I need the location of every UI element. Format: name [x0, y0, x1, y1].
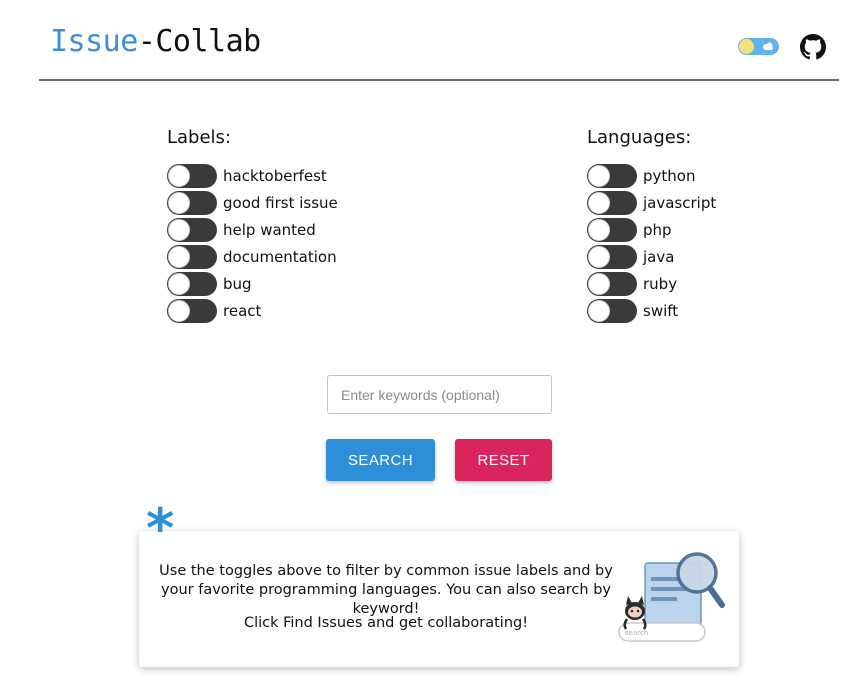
- toggle-label: python: [643, 167, 696, 185]
- toggle-label: good first issue: [223, 194, 338, 212]
- app-logo[interactable]: Issue-Collab: [50, 24, 261, 59]
- toggle-knob: [168, 165, 190, 187]
- info-card: Use the toggles above to filter by commo…: [139, 531, 739, 667]
- language-toggle-ruby[interactable]: ruby: [587, 272, 677, 296]
- toggle-label: java: [643, 248, 675, 266]
- toggle-switch[interactable]: [167, 299, 217, 323]
- toggle-switch[interactable]: [167, 272, 217, 296]
- label-toggle-good-first-issue[interactable]: good first issue: [167, 191, 338, 215]
- toggle-label: ruby: [643, 275, 678, 293]
- search-button[interactable]: SEARCH: [326, 439, 435, 481]
- logo-issue: Issue: [50, 24, 138, 59]
- illustration-search-text: search: [625, 629, 648, 637]
- labels-title: Labels:: [167, 127, 232, 148]
- toggle-switch[interactable]: [587, 245, 637, 269]
- toggle-switch[interactable]: [587, 218, 637, 242]
- label-toggle-bug[interactable]: bug: [167, 272, 252, 296]
- reset-button[interactable]: RESET: [455, 439, 552, 481]
- asterisk-icon: *: [146, 497, 175, 560]
- cloud-icon: [763, 42, 773, 50]
- github-icon[interactable]: [800, 34, 826, 60]
- label-toggle-help-wanted[interactable]: help wanted: [167, 218, 316, 242]
- toggle-knob: [588, 219, 610, 241]
- label-toggle-documentation[interactable]: documentation: [167, 245, 337, 269]
- toggle-knob: [588, 246, 610, 268]
- language-toggle-javascript[interactable]: javascript: [587, 191, 716, 215]
- keyword-search-input[interactable]: [327, 375, 552, 414]
- toggle-label: php: [643, 221, 672, 239]
- toggle-knob: [588, 165, 610, 187]
- app-header: Issue-Collab: [39, 0, 839, 81]
- toggle-label: help wanted: [223, 221, 316, 239]
- language-toggle-python[interactable]: python: [587, 164, 695, 188]
- toggle-switch[interactable]: [167, 164, 217, 188]
- toggle-switch[interactable]: [587, 272, 637, 296]
- toggle-label: hacktoberfest: [223, 167, 327, 185]
- sun-icon: [739, 39, 754, 54]
- toggle-label: swift: [643, 302, 679, 320]
- toggle-label: documentation: [223, 248, 337, 266]
- toggle-switch[interactable]: [167, 245, 217, 269]
- toggle-knob: [168, 273, 190, 295]
- octocat-search-illustration: search: [618, 552, 725, 642]
- toggle-knob: [168, 192, 190, 214]
- info-text: Use the toggles above to filter by commo…: [159, 563, 613, 617]
- toggle-switch[interactable]: [167, 218, 217, 242]
- toggle-switch[interactable]: [587, 164, 637, 188]
- toggle-label: javascript: [643, 194, 717, 212]
- toggle-switch[interactable]: [587, 191, 637, 215]
- label-toggle-react[interactable]: react: [167, 299, 261, 323]
- toggle-label: react: [223, 302, 262, 320]
- toggle-label: bug: [223, 275, 252, 293]
- label-toggle-hacktoberfest[interactable]: hacktoberfest: [167, 164, 327, 188]
- language-toggle-swift[interactable]: swift: [587, 299, 678, 323]
- language-toggle-java[interactable]: java: [587, 245, 674, 269]
- logo-collab: -Collab: [137, 24, 261, 59]
- toggle-knob: [168, 300, 190, 322]
- toggle-knob: [588, 192, 610, 214]
- language-toggle-php[interactable]: php: [587, 218, 672, 242]
- toggle-knob: [168, 246, 190, 268]
- toggle-switch[interactable]: [587, 299, 637, 323]
- toggle-switch[interactable]: [167, 191, 217, 215]
- toggle-knob: [588, 300, 610, 322]
- toggle-knob: [588, 273, 610, 295]
- toggle-knob: [168, 219, 190, 241]
- languages-title: Languages:: [587, 127, 692, 148]
- info-cta-text: Click Find Issues and get collaborating!: [243, 615, 529, 631]
- theme-toggle[interactable]: [738, 38, 779, 55]
